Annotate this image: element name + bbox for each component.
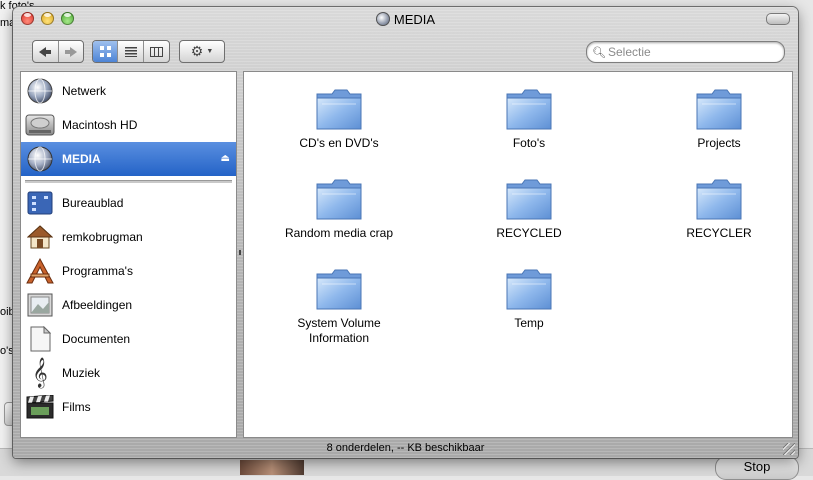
folder-item[interactable]: RECYCLER bbox=[654, 176, 784, 241]
icon-view-button[interactable] bbox=[93, 41, 119, 62]
documents-icon bbox=[30, 326, 51, 352]
eject-icon[interactable]: ⏏ bbox=[221, 153, 230, 164]
folder-item[interactable]: Projects bbox=[654, 86, 784, 151]
sidebar-item-label: Films bbox=[62, 400, 91, 414]
applications-icon bbox=[26, 258, 54, 284]
window-title-text: MEDIA bbox=[393, 12, 436, 27]
sidebar-item-media[interactable]: MEDIA ⏏ bbox=[21, 142, 236, 176]
movies-icon bbox=[26, 395, 54, 419]
sidebar-item-label: MEDIA bbox=[62, 152, 101, 166]
folder-label: System Volume Information bbox=[297, 316, 381, 345]
sidebar: Netwerk Macintosh HD MEDIA ⏏ Bureaublad … bbox=[20, 71, 237, 438]
folder-label: Random media crap bbox=[284, 226, 394, 240]
sidebar-item-label: Netwerk bbox=[62, 84, 107, 98]
media-drive-icon bbox=[27, 146, 53, 172]
icon-view-icon bbox=[99, 46, 111, 57]
back-button[interactable] bbox=[33, 41, 59, 62]
folder-icon bbox=[506, 179, 552, 220]
sidebar-item-label: Documenten bbox=[62, 332, 131, 346]
background-thumbnail bbox=[240, 460, 304, 475]
folder-icon bbox=[316, 179, 362, 220]
finder-window: MEDIA ⚙ ▼ 🔍︎ Selectie Netwerk Macintosh … bbox=[13, 7, 798, 458]
folder-label: CD's en DVD's bbox=[299, 136, 379, 150]
sidebar-item-label: Macintosh HD bbox=[62, 118, 138, 132]
sidebar-item-label: Bureaublad bbox=[62, 196, 124, 210]
search-input[interactable] bbox=[607, 45, 768, 59]
folder-item[interactable]: Temp bbox=[464, 266, 594, 331]
sidebar-item-muziek[interactable]: 𝄞 Muziek bbox=[21, 356, 236, 390]
splitter-handle[interactable] bbox=[239, 250, 241, 255]
folder-item[interactable]: RECYCLED bbox=[464, 176, 594, 241]
folder-label: Temp bbox=[514, 316, 544, 330]
folder-icon bbox=[506, 89, 552, 130]
forward-arrow-icon bbox=[64, 46, 77, 57]
folder-content-area: CD's en DVD's Foto's Projects Random media … bbox=[243, 71, 793, 438]
list-view-button[interactable] bbox=[118, 41, 144, 62]
music-icon: 𝄞 bbox=[32, 358, 48, 388]
list-view-icon bbox=[124, 46, 137, 57]
sidebar-item-afbeeldingen[interactable]: Afbeeldingen bbox=[21, 288, 236, 322]
search-icon: 🔍︎ bbox=[592, 46, 606, 59]
sidebar-item-documenten[interactable]: Documenten bbox=[21, 322, 236, 356]
sidebar-item-label: remkobrugman bbox=[62, 230, 143, 244]
column-view-icon bbox=[149, 46, 163, 57]
folder-icon bbox=[696, 179, 742, 220]
folder-icon bbox=[696, 89, 742, 130]
folder-icon bbox=[506, 269, 552, 310]
toolbar: ⚙ ▼ 🔍︎ bbox=[13, 31, 798, 69]
sidebar-divider bbox=[25, 180, 232, 183]
pictures-icon bbox=[27, 293, 53, 317]
title-bar[interactable]: MEDIA bbox=[13, 7, 798, 31]
network-globe-icon bbox=[27, 78, 53, 104]
folder-label: RECYCLER bbox=[686, 226, 752, 240]
folder-item[interactable]: System Volume Information bbox=[274, 266, 404, 346]
sidebar-item-label: Afbeeldingen bbox=[62, 298, 133, 312]
home-icon bbox=[27, 225, 53, 249]
background-text-fragment: o's bbox=[0, 345, 14, 357]
media-drive-icon bbox=[375, 12, 390, 26]
folder-label: RECYCLED bbox=[496, 226, 562, 240]
window-title: MEDIA bbox=[13, 12, 798, 27]
back-arrow-icon bbox=[39, 46, 52, 57]
folder-icon bbox=[316, 269, 362, 310]
folder-item[interactable]: Foto's bbox=[464, 86, 594, 151]
folder-item[interactable]: CD's en DVD's bbox=[274, 86, 404, 151]
view-mode-control bbox=[92, 40, 170, 63]
folder-icon bbox=[316, 89, 362, 130]
sidebar-item-home[interactable]: remkobrugman bbox=[21, 220, 236, 254]
back-forward-control bbox=[32, 40, 84, 63]
sidebar-item-label: Programma's bbox=[62, 264, 133, 278]
hard-drive-icon bbox=[25, 114, 55, 136]
toolbar-toggle-button[interactable] bbox=[766, 13, 790, 25]
folder-label: Projects bbox=[697, 136, 741, 150]
sidebar-item-macintosh-hd[interactable]: Macintosh HD bbox=[21, 108, 236, 142]
sidebar-item-films[interactable]: Films bbox=[21, 390, 236, 424]
search-field[interactable]: 🔍︎ bbox=[586, 41, 785, 63]
column-view-button[interactable] bbox=[144, 41, 169, 62]
folder-label: Foto's bbox=[512, 136, 546, 150]
gear-icon: ⚙ bbox=[190, 43, 204, 59]
status-bar: 8 onderdelen, -- KB beschikbaar bbox=[326, 442, 485, 454]
sidebar-splitter[interactable] bbox=[238, 71, 242, 436]
sidebar-item-bureaublad[interactable]: Bureaublad bbox=[21, 186, 236, 220]
sidebar-item-label: Muziek bbox=[62, 366, 101, 380]
sidebar-item-programmas[interactable]: Programma's bbox=[21, 254, 236, 288]
desktop-icon bbox=[27, 191, 53, 215]
stop-button[interactable]: Stop bbox=[715, 456, 799, 480]
folder-item[interactable]: Random media crap bbox=[274, 176, 404, 241]
resize-grip[interactable] bbox=[783, 443, 795, 455]
action-menu-button[interactable]: ⚙ ▼ bbox=[179, 40, 225, 63]
forward-button[interactable] bbox=[59, 41, 84, 62]
chevron-down-icon: ▼ bbox=[206, 48, 214, 55]
sidebar-item-netwerk[interactable]: Netwerk bbox=[21, 74, 236, 108]
